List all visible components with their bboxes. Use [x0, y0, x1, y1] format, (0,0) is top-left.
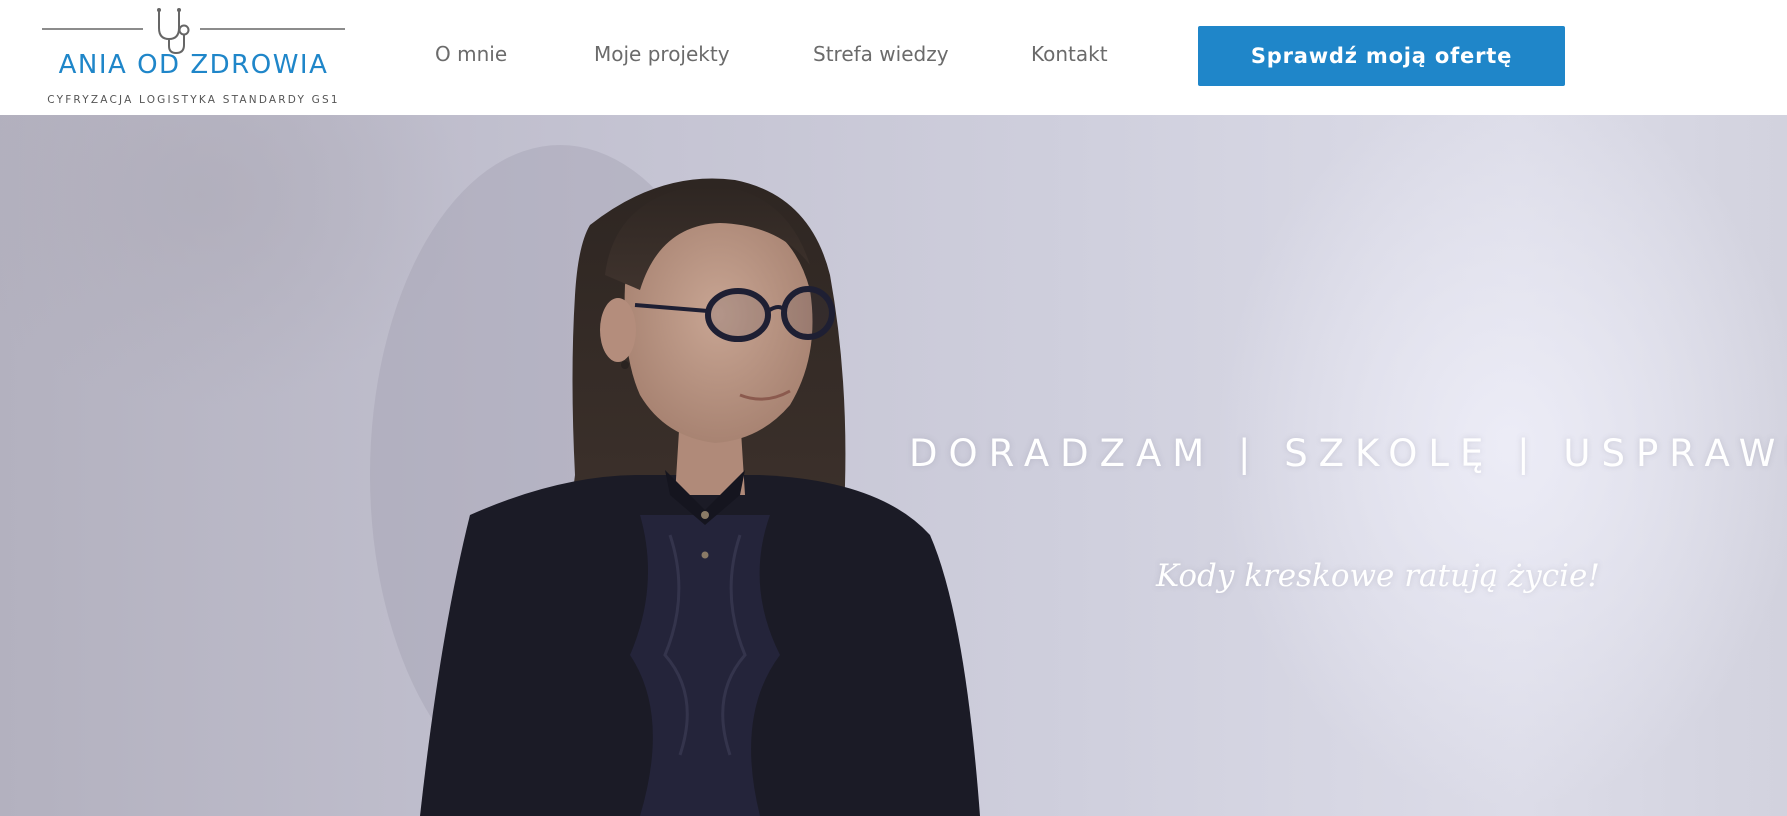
site-logo[interactable]: ANIA OD ZDROWIA CYFRYZACJA LOGISTYKA STA… [40, 6, 347, 106]
nav-link-o-mnie[interactable]: O mnie [435, 42, 507, 72]
nav-link-strefa-wiedzy[interactable]: Strefa wiedzy [813, 42, 949, 72]
nav-link-moje-projekty[interactable]: Moje projekty [594, 42, 730, 72]
stethoscope-icon [42, 8, 345, 54]
hero-section: DORADZAM | SZKOLĘ | USPRAWNI Kody kresko… [0, 115, 1787, 816]
logo-title: ANIA OD ZDROWIA [58, 50, 329, 80]
offer-cta-button[interactable]: Sprawdź moją ofertę [1198, 26, 1565, 86]
hero-heading: DORADZAM | SZKOLĘ | USPRAWNI [909, 432, 1787, 475]
hero-subheading: Kody kreskowe ratują życie! [1156, 558, 1600, 594]
logo-tagline: CYFRYZACJA LOGISTYKA STANDARDY GS1 [47, 94, 340, 106]
nav-link-kontakt[interactable]: Kontakt [1031, 42, 1108, 72]
site-header: ANIA OD ZDROWIA CYFRYZACJA LOGISTYKA STA… [0, 0, 1787, 115]
